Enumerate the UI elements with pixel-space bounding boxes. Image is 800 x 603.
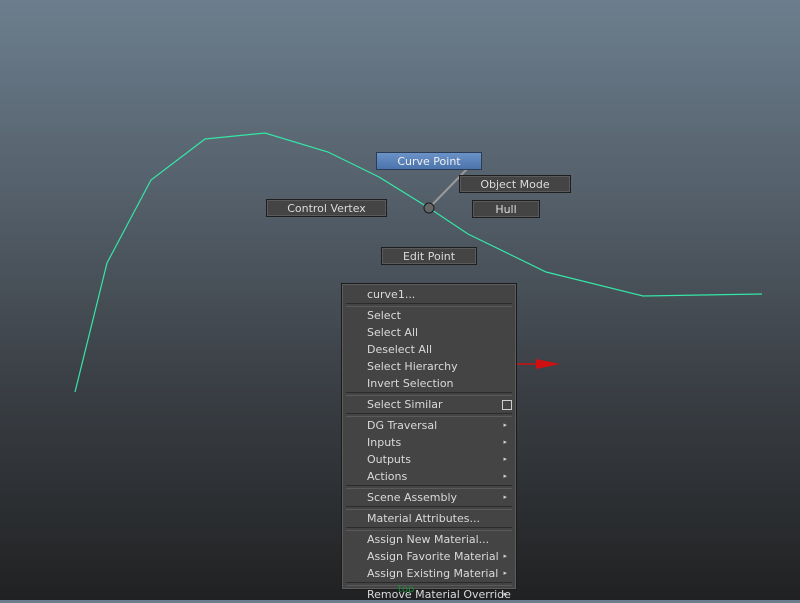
marking-item-object-mode[interactable]: Object Mode	[459, 175, 571, 193]
marking-item-hull[interactable]: Hull	[472, 200, 540, 218]
marking-item-edit-point[interactable]: Edit Point	[381, 247, 477, 265]
menu-item-curve1[interactable]: curve1...	[342, 286, 516, 303]
menu-item-scene-assembly[interactable]: Scene Assembly ▸	[342, 489, 516, 506]
submenu-arrow-icon: ▸	[503, 552, 507, 560]
marking-item-curve-point[interactable]: Curve Point	[376, 152, 482, 170]
menu-item-label: Assign Existing Material	[367, 567, 499, 580]
submenu-arrow-icon: ▸	[503, 455, 507, 463]
submenu-arrow-icon: ▸	[503, 569, 507, 577]
context-menu: curve1... Select Select All Deselect All…	[341, 283, 517, 601]
menu-item-label: Inputs	[367, 436, 402, 449]
menu-item-label: Assign Favorite Material	[367, 550, 499, 563]
menu-item-label: Select All	[367, 326, 419, 339]
menu-item-label: curve1...	[367, 288, 416, 301]
menu-item-label: Select Hierarchy	[367, 360, 458, 373]
menu-item-select-similar[interactable]: Select Similar	[342, 396, 516, 413]
submenu-arrow-icon: ▸	[503, 472, 507, 480]
move-manipulator-x-axis[interactable]	[517, 359, 560, 369]
menu-item-outputs[interactable]: Outputs ▸	[342, 451, 516, 468]
menu-item-actions[interactable]: Actions ▸	[342, 468, 516, 485]
menu-item-dg-traversal[interactable]: DG Traversal ▸	[342, 417, 516, 434]
menu-item-inputs[interactable]: Inputs ▸	[342, 434, 516, 451]
view-label: top	[398, 584, 415, 595]
menu-item-select-hierarchy[interactable]: Select Hierarchy	[342, 358, 516, 375]
menu-item-label: Actions	[367, 470, 408, 483]
menu-item-label: Deselect All	[367, 343, 433, 356]
menu-item-label: Material Attributes...	[367, 512, 480, 525]
submenu-arrow-icon: ▸	[503, 421, 507, 429]
submenu-arrow-icon: ▸	[503, 438, 507, 446]
menu-item-deselect-all[interactable]: Deselect All	[342, 341, 516, 358]
submenu-arrow-icon: ▸	[503, 590, 507, 598]
menu-item-select-all[interactable]: Select All	[342, 324, 516, 341]
menu-item-assign-new-material[interactable]: Assign New Material...	[342, 531, 516, 548]
menu-item-invert-selection[interactable]: Invert Selection	[342, 375, 516, 392]
menu-item-label: DG Traversal	[367, 419, 438, 432]
marking-item-control-vertex[interactable]: Control Vertex	[266, 199, 387, 217]
menu-item-material-attributes[interactable]: Material Attributes...	[342, 510, 516, 527]
menu-item-label: Outputs	[367, 453, 411, 466]
marking-menu-center-dot	[423, 202, 435, 214]
menu-item-label: Select Similar	[367, 398, 443, 411]
submenu-arrow-icon: ▸	[503, 493, 507, 501]
menu-item-label: Assign New Material...	[367, 533, 490, 546]
menu-item-label: Remove Material Override	[367, 588, 511, 601]
option-box-icon[interactable]	[502, 400, 512, 410]
menu-item-assign-existing-material[interactable]: Assign Existing Material ▸	[342, 565, 516, 582]
menu-item-assign-favorite-material[interactable]: Assign Favorite Material ▸	[342, 548, 516, 565]
menu-item-label: Select	[367, 309, 401, 322]
menu-item-label: Invert Selection	[367, 377, 454, 390]
menu-item-select[interactable]: Select	[342, 307, 516, 324]
menu-item-label: Scene Assembly	[367, 491, 458, 504]
menu-item-remove-material-override[interactable]: Remove Material Override ▸	[342, 586, 516, 603]
